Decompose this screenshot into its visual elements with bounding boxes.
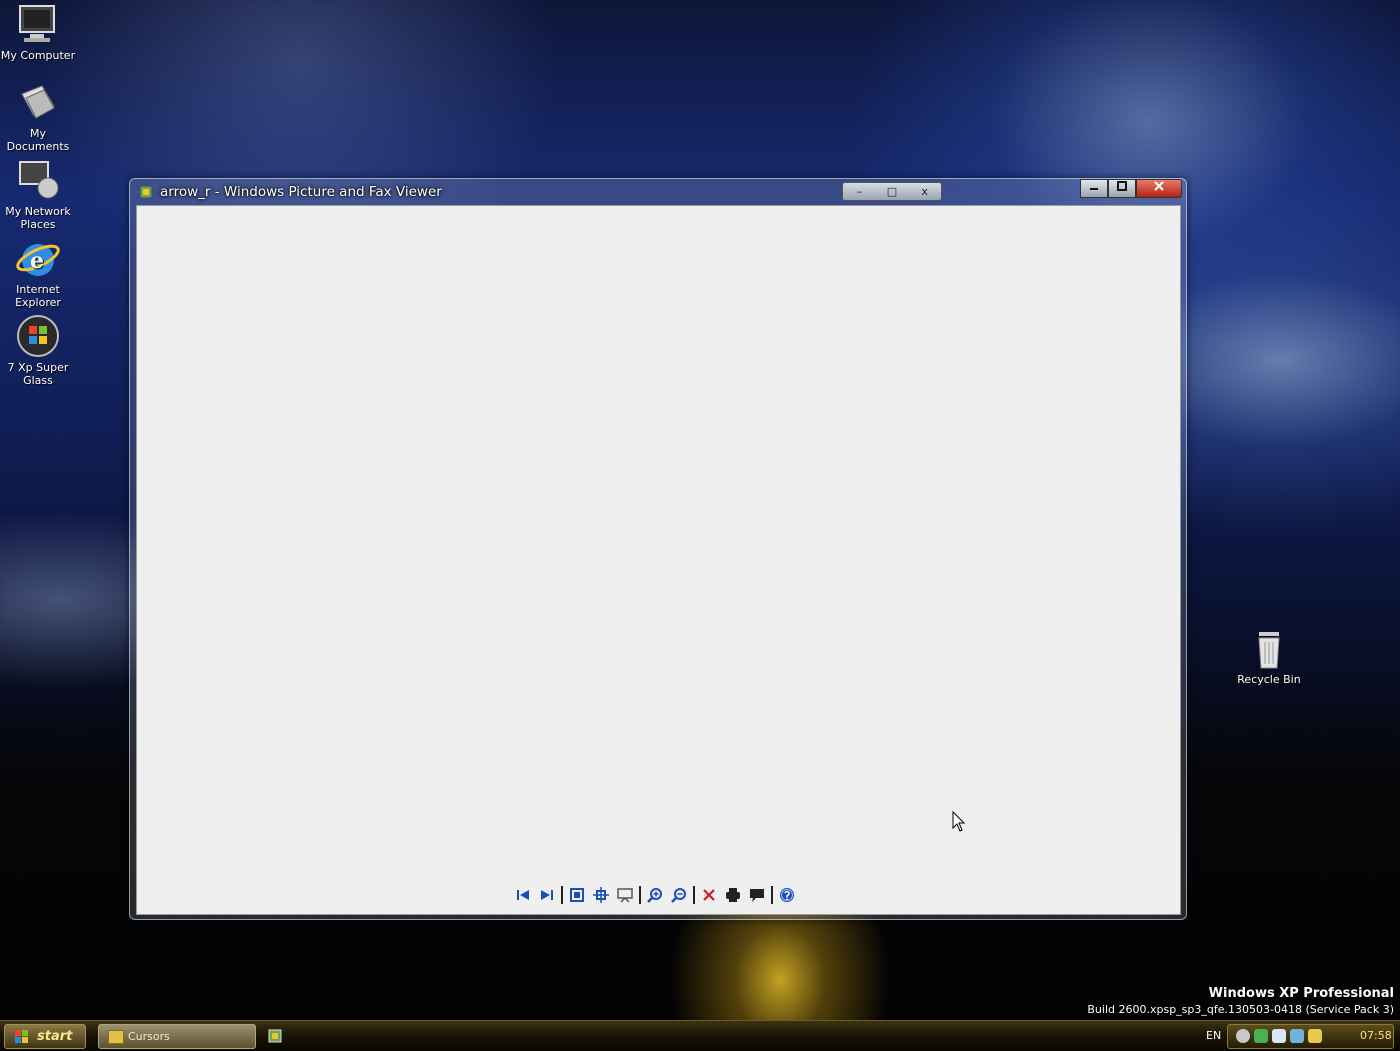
desktop-icon-recycle-bin[interactable]: Recycle Bin: [1231, 626, 1307, 686]
toolbar-separator: [693, 886, 695, 904]
print-button[interactable]: [721, 884, 745, 906]
windows-orb-icon: [17, 315, 59, 357]
my-computer-icon: [19, 5, 55, 42]
taskbar-button-label: Cursors: [128, 1030, 170, 1043]
inner-maximize-button[interactable]: □: [876, 183, 909, 200]
slideshow-icon: [617, 888, 633, 903]
close-icon: [1154, 181, 1164, 191]
desktop-icon-my-documents[interactable]: My Documents: [0, 80, 76, 153]
print-icon: [726, 888, 740, 902]
tray-security-icon[interactable]: [1254, 1029, 1268, 1043]
mouse-cursor-icon: [952, 811, 966, 832]
help-button[interactable]: [775, 884, 799, 906]
picture-viewer-taskbar-icon[interactable]: [267, 1028, 283, 1044]
best-fit-button[interactable]: [565, 884, 589, 906]
picture-viewer-window[interactable]: arrow_r - Windows Picture and Fax Viewer…: [129, 178, 1187, 920]
folder-icon: [108, 1030, 124, 1044]
previous-image-icon: [517, 890, 529, 900]
copy-to-button[interactable]: [745, 884, 769, 906]
tray-network-icon[interactable]: [1272, 1029, 1286, 1043]
start-button[interactable]: start: [4, 1024, 86, 1049]
actual-size-button[interactable]: [589, 884, 613, 906]
recycle-bin-icon: [1258, 632, 1280, 669]
help-icon: [780, 888, 794, 902]
language-indicator[interactable]: EN: [1206, 1029, 1221, 1042]
zoom-in-button[interactable]: [643, 884, 667, 906]
taskbar-button-cursors[interactable]: Cursors: [98, 1024, 256, 1049]
tray-shield-icon[interactable]: [1236, 1029, 1250, 1043]
window-titlebar[interactable]: arrow_r - Windows Picture and Fax Viewer…: [130, 179, 1186, 205]
desktop-icon-label: 7 Xp Super Glass: [7, 361, 69, 387]
desktop-icon-my-computer[interactable]: My Computer: [0, 2, 76, 62]
system-tray: 07:58: [1227, 1024, 1394, 1049]
maximize-button[interactable]: [1108, 179, 1136, 198]
next-image-button[interactable]: [535, 884, 559, 906]
zoom-out-button[interactable]: [667, 884, 691, 906]
os-build: Build 2600.xpsp_sp3_qfe.130503-0418 (Ser…: [1087, 1003, 1394, 1016]
desktop-icon-label: My Computer: [0, 49, 76, 62]
delete-button[interactable]: [697, 884, 721, 906]
close-button[interactable]: [1136, 179, 1182, 198]
tray-tools-icon[interactable]: [1308, 1029, 1322, 1043]
minimize-icon: [1090, 188, 1098, 190]
copy-to-icon: [750, 889, 764, 902]
next-image-icon: [541, 890, 553, 900]
windows-flag-icon: [15, 1030, 28, 1043]
image-display-area[interactable]: [136, 205, 1181, 915]
desktop-icon-internet-explorer[interactable]: e Internet Explorer: [0, 236, 76, 309]
viewer-toolbar: [511, 884, 799, 906]
toolbar-separator: [639, 886, 641, 904]
picture-viewer-app-icon[interactable]: [140, 186, 152, 198]
desktop-icon-7xp-super-glass[interactable]: 7 Xp Super Glass: [0, 314, 76, 387]
os-name: Windows XP Professional: [1208, 986, 1394, 1001]
zoom-out-icon: [671, 888, 686, 903]
slideshow-button[interactable]: [613, 884, 637, 906]
os-version-watermark: Windows XP Professional Build 2600.xpsp_…: [1087, 985, 1394, 1017]
minimize-button[interactable]: [1080, 179, 1108, 198]
window-title: arrow_r - Windows Picture and Fax Viewer: [160, 184, 442, 200]
svg-text:e: e: [30, 248, 44, 274]
desktop-icon-label: My Network Places: [5, 205, 71, 231]
network-places-icon: [19, 161, 59, 199]
clock[interactable]: 07:58: [1360, 1029, 1392, 1042]
toolbar-separator: [561, 886, 563, 904]
delete-icon: [703, 889, 715, 901]
inner-close-button[interactable]: x: [908, 183, 941, 200]
start-label: start: [37, 1029, 73, 1044]
inner-minimize-button[interactable]: –: [843, 183, 876, 200]
caption-buttons: [1080, 179, 1182, 198]
internet-explorer-icon: e: [16, 244, 60, 276]
previous-image-button[interactable]: [511, 884, 535, 906]
taskbar: start Cursors EN 07:58: [0, 1020, 1400, 1051]
my-documents-icon: [21, 85, 55, 119]
actual-size-icon: [593, 887, 609, 903]
maximize-icon: [1117, 181, 1127, 191]
inner-caption-buttons: – □ x: [842, 182, 942, 201]
desktop-icon-label: Internet Explorer: [15, 283, 61, 309]
tray-monitor-icon[interactable]: [1290, 1029, 1304, 1043]
desktop-icon-my-network-places[interactable]: My Network Places: [0, 158, 76, 231]
desktop-icon-label: My Documents: [6, 127, 70, 153]
best-fit-icon: [570, 888, 584, 902]
toolbar-separator: [771, 886, 773, 904]
desktop-icon-label: Recycle Bin: [1237, 673, 1301, 686]
zoom-in-icon: [647, 888, 662, 903]
